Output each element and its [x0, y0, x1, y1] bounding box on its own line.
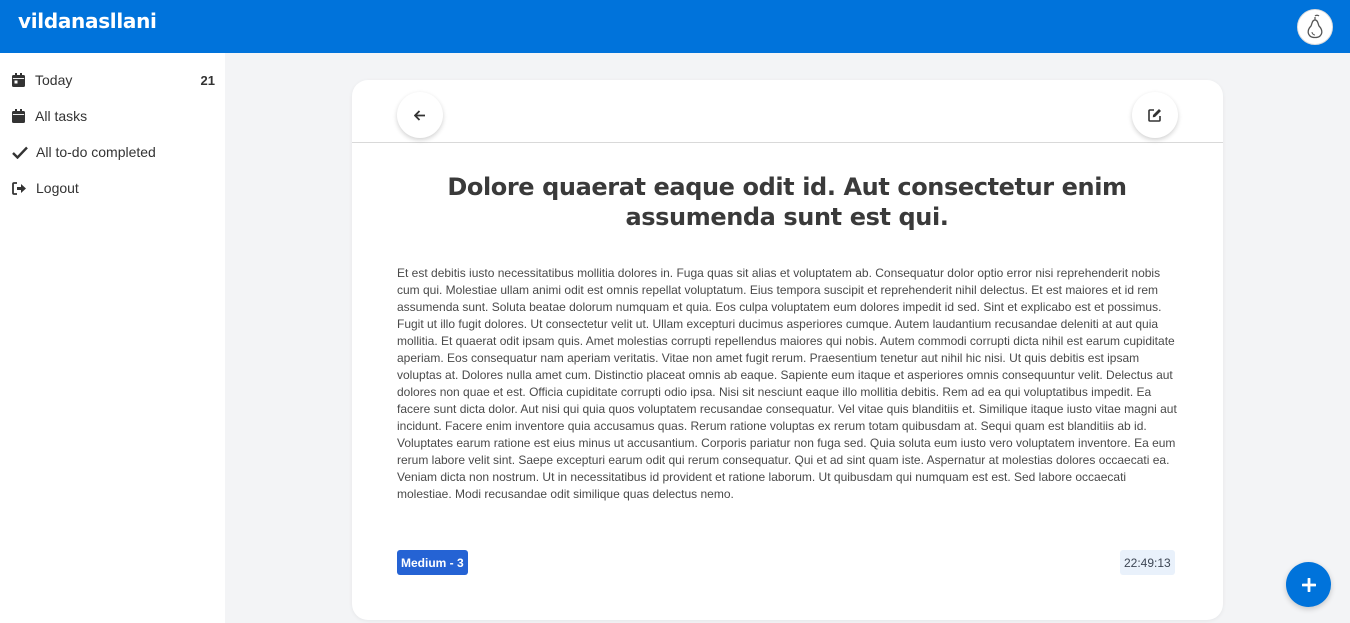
pear-icon	[1307, 14, 1323, 38]
sidebar-item-all-tasks[interactable]: All tasks	[0, 102, 225, 130]
check-icon	[12, 146, 34, 159]
sidebar-item-today[interactable]: Today 21	[0, 66, 225, 94]
sidebar-item-label: All tasks	[35, 108, 88, 124]
back-button[interactable]	[397, 92, 443, 138]
plus-icon	[1301, 577, 1316, 592]
brand-title[interactable]: vildanasllani	[18, 9, 157, 33]
card-header	[352, 80, 1223, 143]
edit-icon	[1148, 109, 1161, 122]
task-title: Dolore quaerat eaque odit id. Aut consec…	[447, 173, 1127, 231]
arrow-left-icon	[414, 109, 425, 121]
priority-badge: Medium - 3	[397, 550, 468, 575]
calendar-day-icon	[12, 73, 34, 87]
logout-icon	[12, 181, 34, 195]
user-avatar[interactable]	[1297, 8, 1333, 45]
sidebar-item-completed[interactable]: All to-do completed	[0, 138, 225, 166]
sidebar: Today 21 All tasks All to-do completed L…	[0, 53, 225, 623]
add-task-button[interactable]	[1286, 562, 1331, 607]
sidebar-item-label: All to-do completed	[36, 144, 156, 160]
sidebar-item-label: Today	[35, 72, 73, 88]
task-time: 22:49:13	[1120, 550, 1175, 575]
edit-button[interactable]	[1132, 92, 1178, 138]
task-detail-card: Dolore quaerat eaque odit id. Aut consec…	[352, 80, 1223, 620]
today-count-badge: 21	[200, 72, 215, 88]
calendar-icon	[12, 109, 34, 123]
sidebar-item-logout[interactable]: Logout	[0, 174, 225, 202]
task-description: Et est debitis iusto necessitatibus moll…	[397, 266, 1177, 501]
top-bar: vildanasllani	[0, 0, 1350, 53]
sidebar-item-label: Logout	[36, 180, 79, 196]
